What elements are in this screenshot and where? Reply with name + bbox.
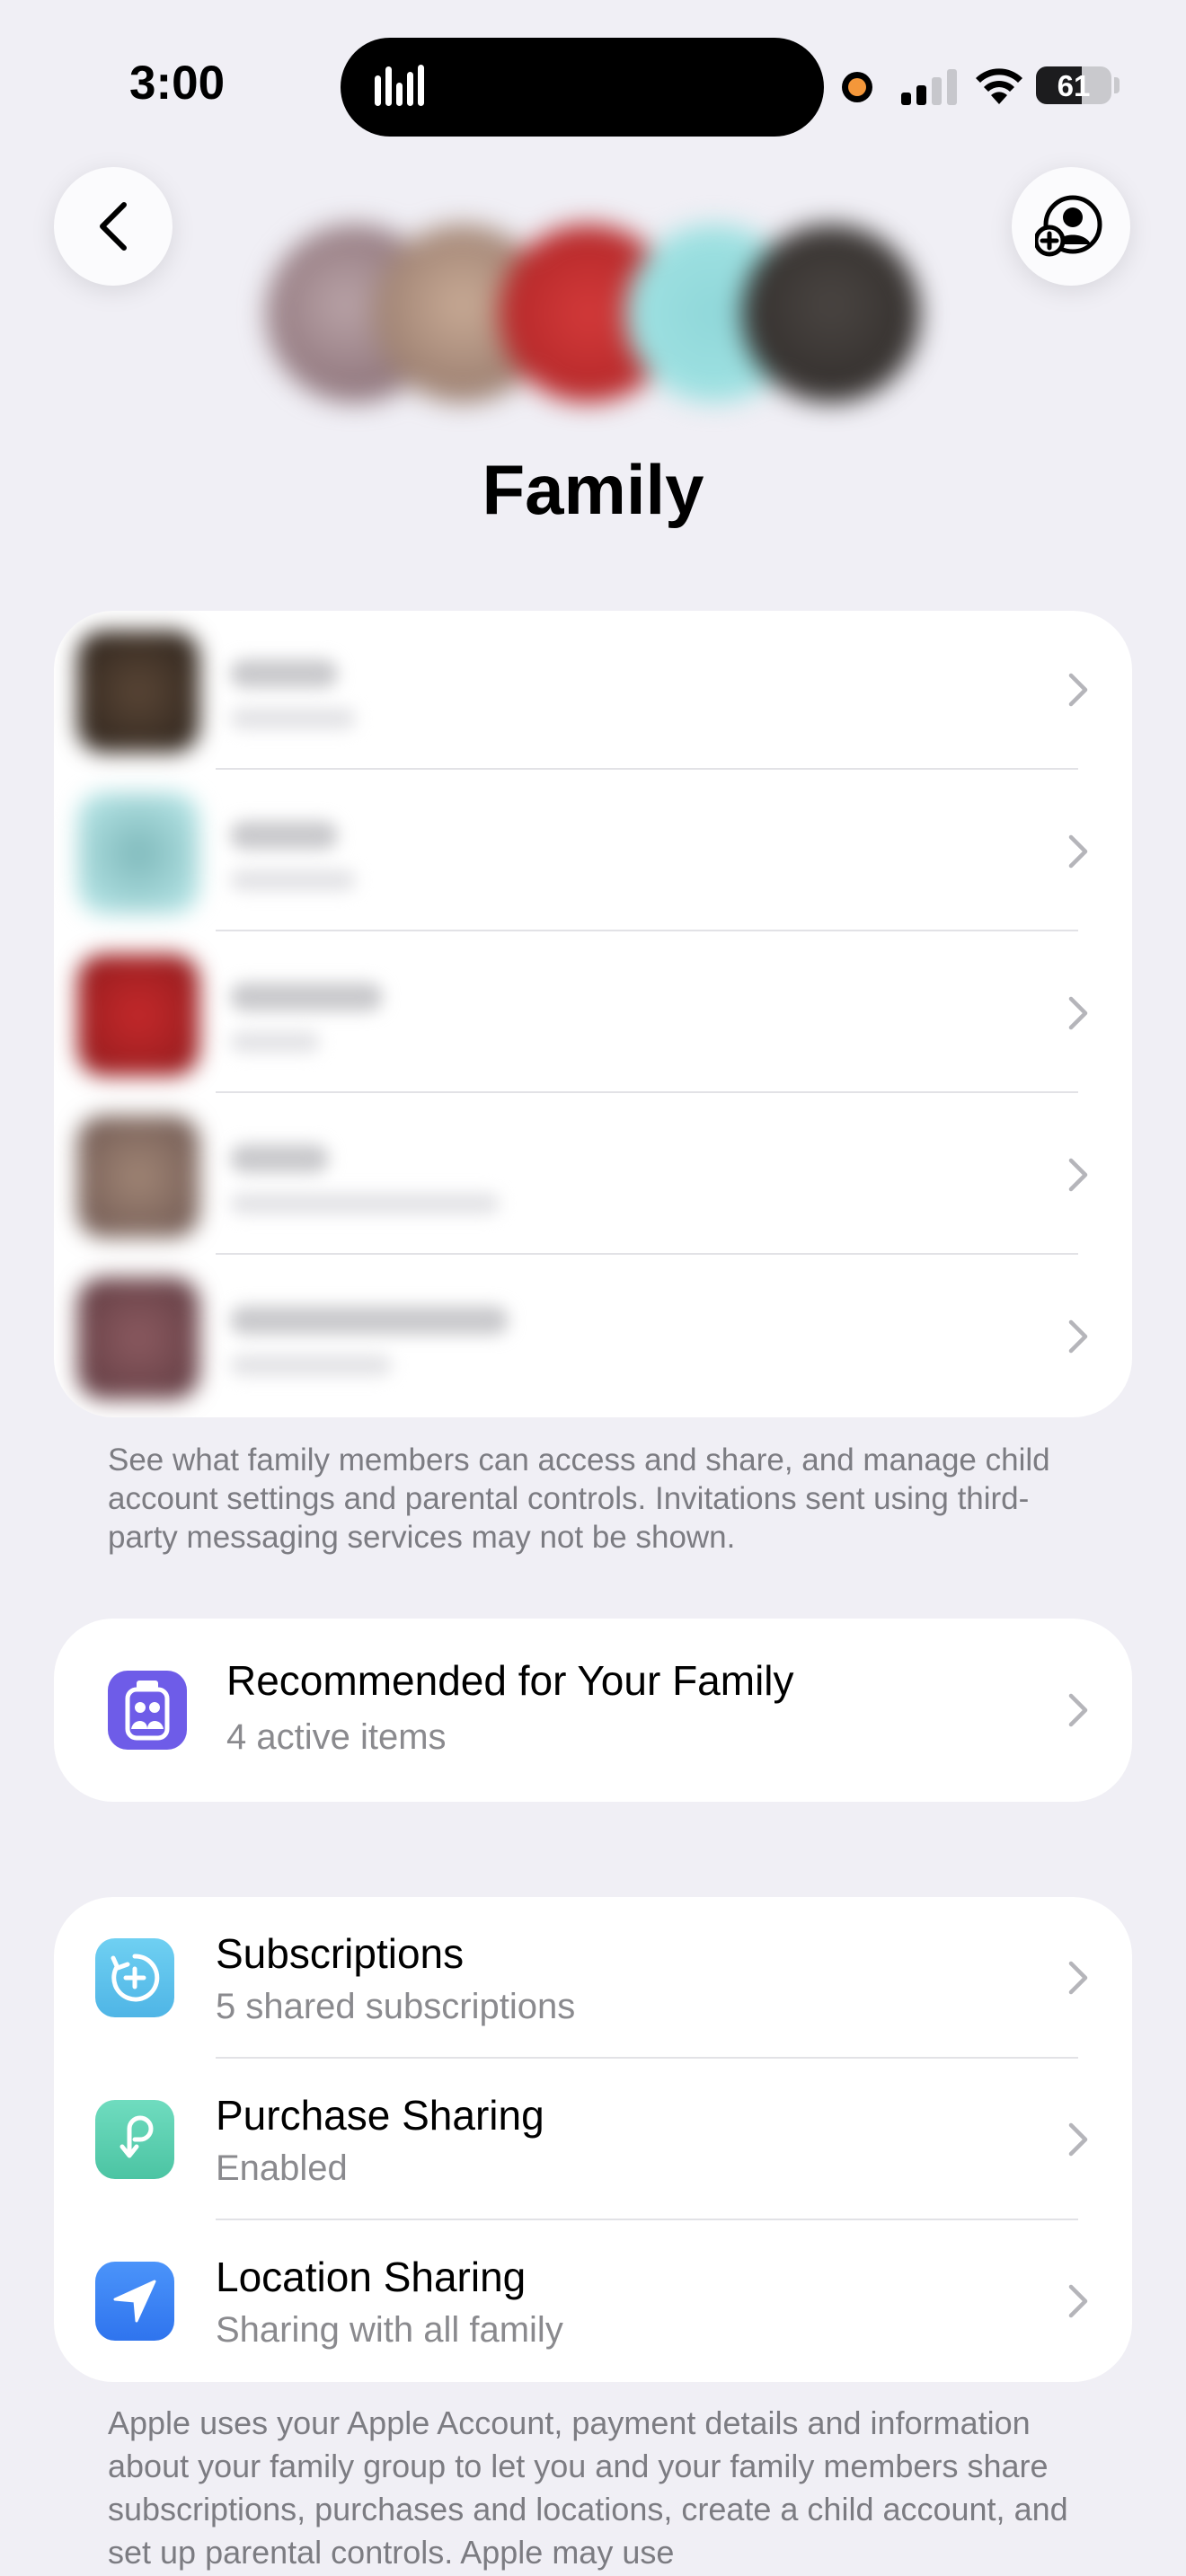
purchase-sharing-icon — [95, 2100, 174, 2179]
member-avatar — [77, 792, 199, 914]
chevron-right-icon — [1068, 2284, 1088, 2318]
row-divider — [216, 1091, 1078, 1093]
wifi-icon — [976, 68, 1022, 104]
location-sharing-row[interactable]: Location Sharing Sharing with all family — [54, 2220, 1132, 2382]
purchase-sharing-icon-glyph — [119, 2115, 154, 2158]
chevron-right-icon — [1068, 673, 1088, 707]
family-checklist-icon — [108, 1671, 187, 1750]
member-detail-blurred — [230, 1193, 500, 1214]
family-checklist-icon-glyph — [125, 1681, 170, 1741]
member-avatar — [77, 631, 199, 753]
recommended-title: Recommended for Your Family — [226, 1657, 794, 1704]
member-avatar — [77, 1277, 199, 1399]
member-avatar — [77, 954, 199, 1076]
family-member-row[interactable] — [54, 1257, 1132, 1417]
family-member-row[interactable] — [54, 611, 1132, 772]
purchase-sharing-subtitle: Enabled — [216, 2148, 348, 2188]
member-name-blurred — [230, 1306, 509, 1335]
family-members-list — [54, 611, 1132, 1417]
privacy-footer-text: Apple uses your Apple Account, payment d… — [108, 2404, 1068, 2571]
row-divider — [216, 768, 1078, 770]
member-name-blurred — [230, 821, 338, 850]
family-settings-list: Subscriptions 5 shared subscriptions Pur… — [54, 1897, 1132, 2382]
chevron-left-icon — [100, 202, 127, 251]
family-member-row[interactable] — [54, 1096, 1132, 1257]
recommended-for-family-row[interactable]: Recommended for Your Family 4 active ite… — [54, 1619, 1132, 1802]
chevron-right-icon — [1068, 2122, 1088, 2157]
recommended-subtitle: 4 active items — [226, 1717, 447, 1757]
chevron-right-icon — [1068, 1158, 1088, 1192]
subscriptions-subtitle: 5 shared subscriptions — [216, 1987, 576, 2026]
chevron-right-icon — [1068, 1693, 1088, 1727]
subscriptions-row[interactable]: Subscriptions 5 shared subscriptions — [54, 1897, 1132, 2059]
back-button[interactable] — [54, 167, 173, 286]
chevron-right-icon — [1068, 996, 1088, 1030]
recording-indicator-icon — [842, 72, 872, 102]
family-member-row[interactable] — [54, 772, 1132, 934]
row-divider — [216, 930, 1078, 931]
member-detail-blurred — [230, 708, 356, 729]
battery-percentage: 61 — [1057, 69, 1091, 102]
battery-tip — [1114, 77, 1120, 93]
member-name-blurred — [230, 1144, 329, 1173]
purchase-sharing-row[interactable]: Purchase Sharing Enabled — [54, 2059, 1132, 2220]
status-time: 3:00 — [129, 57, 226, 110]
row-divider — [216, 1253, 1078, 1255]
location-arrow-icon-glyph — [113, 2280, 156, 2323]
location-arrow-icon — [95, 2262, 174, 2341]
purchase-sharing-title: Purchase Sharing — [216, 2092, 544, 2139]
page-title: Family — [482, 450, 704, 529]
subscriptions-title: Subscriptions — [216, 1930, 465, 1977]
member-avatar — [77, 1116, 199, 1238]
avatar — [742, 225, 920, 402]
cellular-signal-icon — [901, 69, 957, 105]
subscriptions-icon — [95, 1938, 174, 2017]
family-avatars — [266, 225, 920, 402]
family-member-row[interactable] — [54, 934, 1132, 1096]
audio-waveform-icon — [375, 65, 424, 106]
person-add-icon — [1035, 195, 1102, 257]
subscriptions-icon-glyph — [111, 1954, 160, 2002]
member-name-blurred — [230, 983, 383, 1011]
battery-icon: 61 — [1036, 66, 1111, 104]
chevron-right-icon — [1068, 1961, 1088, 1995]
member-detail-blurred — [230, 869, 356, 891]
chevron-right-icon — [1068, 1319, 1088, 1354]
add-family-member-button[interactable] — [1012, 167, 1130, 286]
location-sharing-title: Location Sharing — [216, 2254, 527, 2300]
members-footer-text: See what family members can access and s… — [108, 1442, 1050, 1555]
dynamic-island[interactable] — [341, 38, 824, 137]
member-detail-blurred — [230, 1031, 320, 1053]
chevron-right-icon — [1068, 834, 1088, 869]
member-detail-blurred — [230, 1354, 392, 1376]
location-sharing-subtitle: Sharing with all family — [216, 2310, 563, 2350]
member-name-blurred — [230, 659, 338, 688]
